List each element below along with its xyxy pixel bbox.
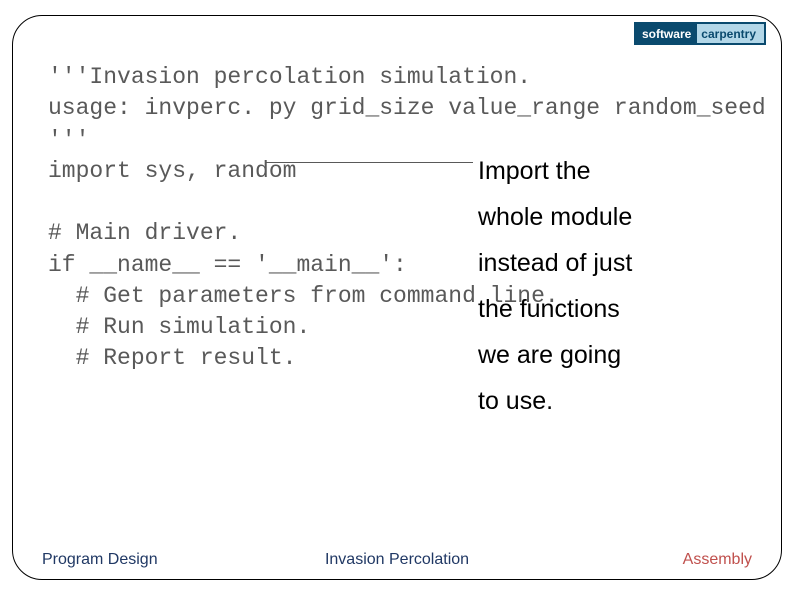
code-line: # Run simulation.	[48, 314, 310, 340]
footer-right: Assembly	[515, 551, 752, 569]
annotation-line: the functions	[478, 286, 632, 332]
annotation-text: Import the whole module instead of just …	[478, 148, 632, 424]
code-line: if __name__ == '__main__':	[48, 252, 407, 278]
code-line: # Main driver.	[48, 220, 241, 246]
annotation-line: Import the	[478, 148, 632, 194]
code-line: usage: invperc. py grid_size value_range…	[48, 95, 766, 121]
software-carpentry-logo: software carpentry	[634, 22, 766, 45]
footer-center: Invasion Percolation	[279, 551, 516, 569]
code-block: '''Invasion percolation simulation. usag…	[48, 62, 766, 375]
footer-left: Program Design	[42, 551, 279, 569]
logo-left-text: software	[636, 24, 697, 43]
code-line: '''	[48, 127, 89, 153]
annotation-line: instead of just	[478, 240, 632, 286]
annotation-line: we are going	[478, 332, 632, 378]
slide-footer: Program Design Invasion Percolation Asse…	[0, 551, 794, 569]
logo-right-text: carpentry	[697, 24, 764, 43]
annotation-connector-line	[265, 162, 473, 163]
code-line: import sys, random	[48, 158, 296, 184]
annotation-line: whole module	[478, 194, 632, 240]
code-line: # Report result.	[48, 345, 296, 371]
code-line: '''Invasion percolation simulation.	[48, 64, 531, 90]
annotation-line: to use.	[478, 378, 632, 424]
